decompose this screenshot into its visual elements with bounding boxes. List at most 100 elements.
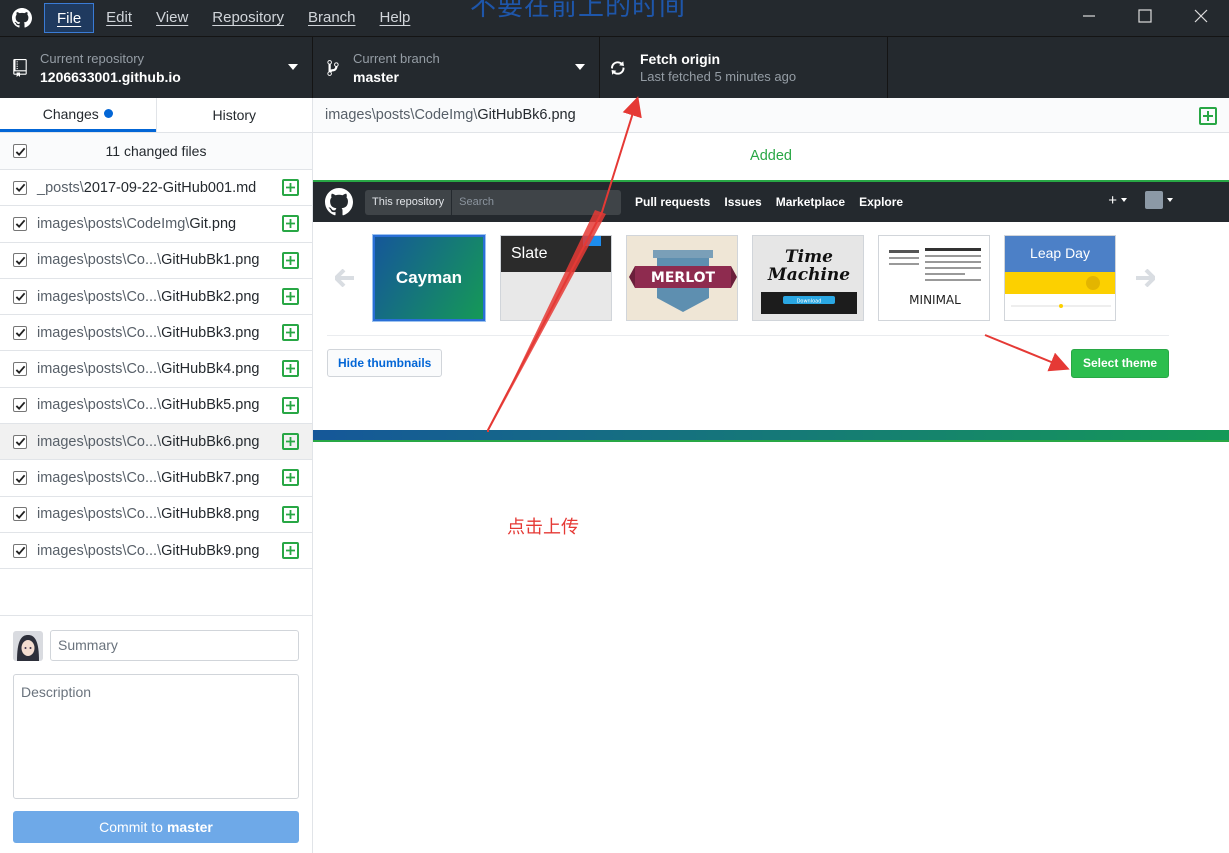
file-checkbox[interactable]	[13, 325, 27, 340]
file-row[interactable]: images\posts\CodeImg\Git.png	[0, 206, 312, 243]
file-name: GitHubBk2.png	[161, 288, 260, 305]
file-row[interactable]: images\posts\Co...\GitHubBk6.png	[0, 424, 312, 461]
preview-github-logo-icon	[313, 188, 365, 216]
commit-panel: Summary Description Commit to master	[0, 615, 313, 853]
file-dir: images\posts\Co...\	[37, 433, 162, 450]
file-name: GitHubBk6.png	[161, 433, 260, 450]
branch-label: Current branch	[353, 51, 440, 66]
preview-theme-leap-day: Leap Day	[1004, 235, 1116, 321]
file-path: images\posts\Co...\GitHubBk3.png	[37, 325, 259, 341]
file-path: images\posts\Co...\GitHubBk6.png	[37, 434, 259, 450]
menu-view[interactable]: View	[144, 3, 200, 33]
file-dir: images\posts\CodeImg\	[37, 215, 190, 232]
github-desktop-window: File Edit View Repository Branch Help 不要…	[0, 0, 1229, 853]
file-row[interactable]: images\posts\Co...\GitHubBk5.png	[0, 388, 312, 425]
preview-cayman-banner	[313, 430, 1229, 440]
file-checkbox[interactable]	[13, 434, 27, 449]
preview-github-header: This repository Search Pull requests Iss…	[313, 182, 1229, 222]
file-row[interactable]: images\posts\Co...\GitHubBk3.png	[0, 315, 312, 352]
menu-help[interactable]: Help	[368, 3, 423, 33]
file-dir: images\posts\Co...\	[37, 506, 162, 523]
file-added-icon	[282, 469, 299, 487]
commit-button[interactable]: Commit to master	[13, 811, 299, 843]
file-added-icon	[282, 324, 299, 342]
changes-header: 11 changed files	[0, 133, 312, 170]
file-checkbox[interactable]	[13, 216, 27, 231]
file-name: Git.png	[189, 215, 237, 232]
file-name: GitHubBk7.png	[161, 470, 260, 487]
tab-history[interactable]: History	[155, 98, 313, 132]
current-branch-button[interactable]: Current branch master	[313, 37, 600, 99]
preview-search-scope: This repository	[365, 189, 453, 215]
menu-branch[interactable]: Branch	[296, 3, 368, 33]
preview-theme-leap-day-label: Leap Day	[1005, 236, 1115, 272]
file-checkbox[interactable]	[13, 398, 27, 413]
file-added-icon	[282, 179, 299, 196]
menu-repository[interactable]: Repository	[200, 3, 296, 33]
preview-select-theme-button: Select theme	[1071, 349, 1170, 378]
file-row[interactable]: images\posts\Co...\GitHubBk1.png	[0, 243, 312, 279]
tab-changes[interactable]: Changes	[0, 98, 156, 132]
preview-nav-pull-requests: Pull requests	[635, 195, 711, 209]
file-dir: images\posts\Co...\	[37, 397, 162, 414]
fetch-origin-button[interactable]: Fetch origin Last fetched 5 minutes ago	[600, 37, 888, 99]
diff-view: images\posts\CodeImg\ GitHubBk6.png Added…	[313, 98, 1229, 853]
changes-sidebar: Changes History 11 changed files _posts\…	[0, 98, 313, 853]
checkmark-icon	[15, 365, 25, 374]
menu-edit[interactable]: Edit	[94, 3, 144, 33]
file-row[interactable]: images\posts\Co...\GitHubBk9.png	[0, 533, 312, 570]
file-path: _posts\2017-09-22-GitHub001.md	[37, 180, 256, 196]
preview-nav-explore: Explore	[859, 195, 904, 209]
repo-label: Current repository	[40, 51, 145, 66]
file-checkbox[interactable]	[13, 253, 27, 268]
file-row[interactable]: images\posts\Co...\GitHubBk2.png	[0, 279, 312, 316]
select-all-checkbox[interactable]	[13, 144, 27, 158]
branch-name: master	[353, 69, 399, 85]
file-added-icon	[282, 251, 299, 269]
preview-search-box: This repository Search	[365, 189, 621, 215]
sync-icon	[600, 59, 640, 77]
changes-indicator-dot	[103, 109, 113, 118]
description-textarea[interactable]: Description	[13, 674, 299, 799]
file-checkbox[interactable]	[13, 362, 27, 377]
file-checkbox[interactable]	[13, 289, 27, 304]
file-name: GitHubBk1.png	[161, 252, 260, 269]
checkmark-icon	[15, 183, 25, 193]
maximize-button[interactable]	[1117, 0, 1173, 32]
file-dir: images\posts\Co...\	[37, 361, 162, 378]
file-path-name: GitHubBk6.png	[477, 107, 576, 123]
file-dir: images\posts\Co...\	[37, 252, 162, 269]
minimize-button[interactable]	[1061, 0, 1117, 32]
changed-files-count: 11 changed files	[105, 143, 207, 159]
file-path: images\posts\Co...\GitHubBk2.png	[37, 289, 259, 305]
file-checkbox[interactable]	[13, 471, 27, 486]
toolbar: Current repository 1206633001.github.io …	[0, 36, 1229, 99]
file-dir: images\posts\Co...\	[37, 542, 162, 559]
current-repository-button[interactable]: Current repository 1206633001.github.io	[0, 37, 313, 99]
preview-theme-merlot-label: MERLOT	[651, 270, 716, 286]
file-row[interactable]: _posts\2017-09-22-GitHub001.md	[0, 170, 312, 207]
chevron-down-icon	[288, 64, 298, 70]
summary-input[interactable]: Summary	[50, 630, 299, 661]
file-dir: _posts\	[37, 179, 84, 196]
checkmark-icon	[15, 256, 25, 265]
file-checkbox[interactable]	[13, 507, 27, 522]
file-row[interactable]: images\posts\Co...\GitHubBk7.png	[0, 460, 312, 497]
preview-theme-minimal: MINIMAL	[878, 235, 990, 321]
preview-theme-download-label: Download	[797, 299, 822, 305]
file-checkbox[interactable]	[13, 180, 27, 195]
file-name: GitHubBk9.png	[161, 542, 260, 559]
close-button[interactable]	[1173, 0, 1229, 32]
repo-name: 1206633001.github.io	[40, 69, 181, 85]
file-row[interactable]: images\posts\Co...\GitHubBk4.png	[0, 351, 312, 388]
file-row[interactable]: images\posts\Co...\GitHubBk8.png	[0, 497, 312, 533]
preview-theme-cayman-label: Cayman	[395, 268, 463, 287]
file-added-icon	[282, 541, 299, 559]
file-dir: images\posts\Co...\	[37, 288, 162, 305]
file-checkbox[interactable]	[13, 543, 27, 558]
menu-file[interactable]: File	[44, 3, 95, 33]
file-path: images\posts\Co...\GitHubBk7.png	[37, 470, 259, 486]
file-added-icon	[282, 360, 299, 378]
preview-search-placeholder: Search	[459, 195, 494, 208]
preview-theme-minimal-label: MINIMAL	[909, 293, 961, 307]
